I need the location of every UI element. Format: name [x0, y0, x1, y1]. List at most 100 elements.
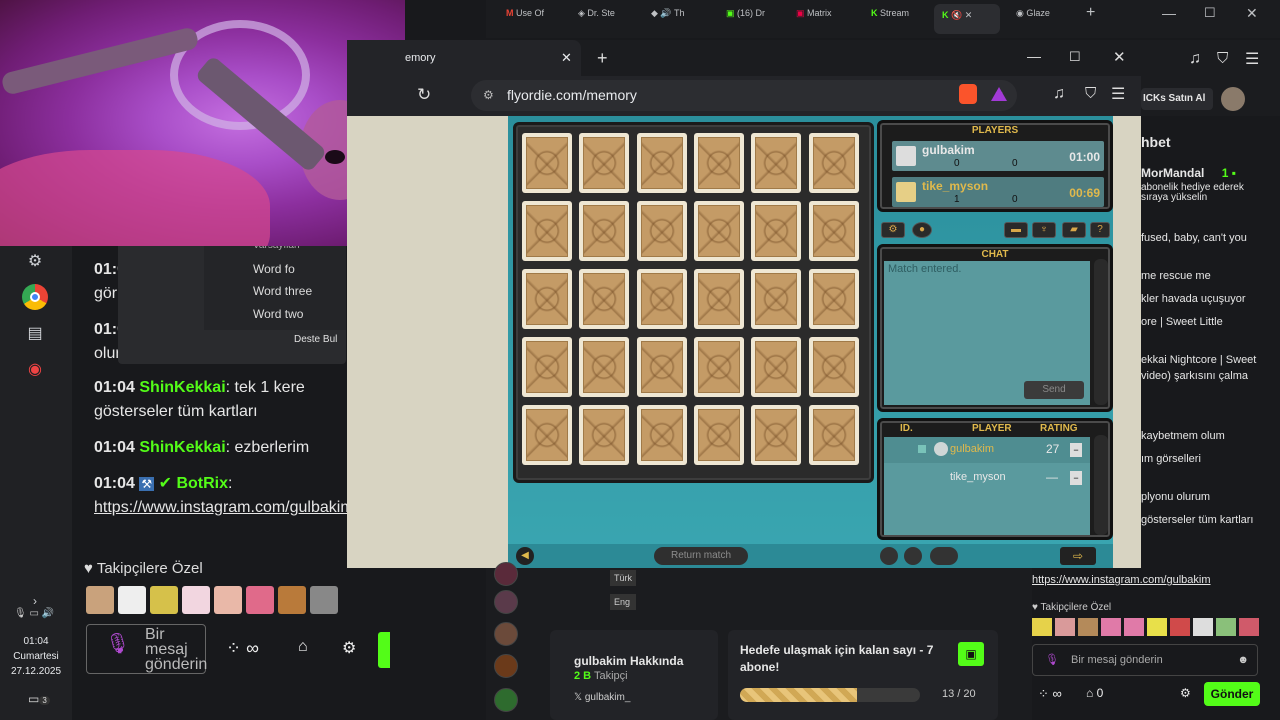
avatar[interactable] [494, 688, 518, 712]
music-icon[interactable]: ♫ [1189, 50, 1201, 68]
chat-username[interactable]: ShinKekkai [139, 439, 225, 456]
outer-tab[interactable]: K Stream [871, 8, 909, 30]
infinity-icon[interactable]: ⁘ ∞ [1038, 686, 1062, 702]
avatar[interactable] [494, 562, 518, 586]
close-window-button[interactable]: ✕ [1113, 48, 1126, 66]
find-deck-button[interactable]: Deste Bul [294, 334, 337, 345]
memory-card[interactable] [808, 201, 859, 261]
emote[interactable] [214, 586, 242, 614]
emote[interactable] [86, 586, 114, 614]
outer-tab[interactable]: ◈ Dr. Ste [578, 8, 615, 30]
memory-card[interactable] [522, 201, 572, 261]
minimize-button[interactable]: — [1162, 5, 1176, 27]
chat-username[interactable]: MorMandal 1 ▪ [1141, 166, 1236, 180]
memory-card[interactable] [636, 269, 687, 329]
chat-link[interactable]: https://www.instagram.com/gulbakim [94, 499, 354, 516]
new-tab-button[interactable]: + [597, 48, 608, 69]
memory-card[interactable] [522, 405, 572, 465]
emote[interactable] [1055, 618, 1075, 636]
maximize-button[interactable]: ☐ [1069, 49, 1081, 65]
close-button[interactable]: ✕ [1246, 5, 1258, 27]
outer-tab[interactable]: ◆ 🔊 Th [651, 8, 684, 30]
avatar[interactable] [494, 590, 518, 614]
memory-card[interactable] [522, 269, 572, 329]
memory-card[interactable] [579, 269, 630, 329]
memory-card[interactable] [579, 201, 630, 261]
outer-tab[interactable]: ▣ (16) Dr [726, 8, 765, 30]
infinity-icon[interactable]: ⁘ ∞ [226, 638, 259, 659]
memory-card[interactable] [751, 133, 802, 193]
outer-tab[interactable]: ▣ Matrix [796, 8, 832, 30]
expand-icon[interactable]: − [1070, 471, 1082, 485]
emote[interactable] [150, 586, 178, 614]
emoji-icon[interactable]: ☻ [1237, 645, 1249, 675]
microphone-icon[interactable]: 🎙 [105, 634, 130, 654]
menu-item[interactable]: Word three [253, 284, 312, 298]
memory-card[interactable] [808, 133, 859, 193]
table-row[interactable]: tike_myson — − [884, 465, 1090, 491]
emote[interactable] [1032, 618, 1052, 636]
rewards-icon[interactable] [991, 87, 1007, 101]
minimize-button[interactable]: — [1027, 48, 1041, 64]
chat-bubble-icon[interactable]: ▰ [1062, 222, 1086, 238]
return-match-button[interactable]: Return match [654, 547, 748, 565]
memory-card[interactable] [751, 269, 802, 329]
outer-tab[interactable]: M Use Of [506, 8, 544, 30]
emote[interactable] [1124, 618, 1144, 636]
memory-card[interactable] [579, 405, 630, 465]
x-handle[interactable]: 𝕏 gulbakim_ [574, 692, 630, 703]
menu-item[interactable]: Word two [253, 307, 303, 321]
memory-card[interactable] [636, 201, 687, 261]
help-icon[interactable]: ? [1090, 222, 1110, 238]
maximize-button[interactable]: ☐ [1204, 5, 1216, 27]
memory-card[interactable] [808, 269, 859, 329]
round-button[interactable] [880, 547, 898, 565]
avatar[interactable] [494, 654, 518, 678]
avatar[interactable] [494, 622, 518, 646]
table-row[interactable]: gulbakim 27 − [884, 437, 1090, 463]
memory-card[interactable] [522, 337, 572, 397]
sound-icon[interactable]: ◀ [516, 547, 534, 565]
language-tag[interactable]: Eng [610, 594, 636, 610]
app-icon-red[interactable]: ◉ [22, 356, 48, 382]
memory-card[interactable] [693, 269, 744, 329]
chat-scrollbar[interactable] [1094, 259, 1108, 405]
reload-icon[interactable]: ↻ [417, 85, 431, 105]
shoe-icon[interactable]: ▬ [1004, 222, 1028, 238]
brave-shield-icon[interactable] [959, 84, 977, 104]
chrome-icon[interactable] [22, 284, 48, 310]
new-tab-button[interactable]: + [1086, 4, 1095, 26]
memory-card[interactable] [636, 337, 687, 397]
close-tab-icon[interactable]: ✕ [561, 50, 572, 66]
emote[interactable] [1078, 618, 1098, 636]
chat-link[interactable]: https://www.instagram.com/gulbakim [1032, 574, 1211, 586]
memory-card[interactable] [751, 337, 802, 397]
emote[interactable] [246, 586, 274, 614]
chat-input[interactable]: 🎙 Bir mesaj gönderin [86, 624, 207, 674]
settings-icon[interactable]: ⚙ [1180, 686, 1191, 700]
chat-input[interactable]: 🎙 Bir mesaj gönderin ☻ [1032, 644, 1258, 676]
emote[interactable] [278, 586, 306, 614]
trophy-icon[interactable]: ♆ [1032, 222, 1056, 238]
address-bar[interactable]: ⚙ flyordie.com/memory ⇪ [471, 80, 1017, 111]
game-send-button[interactable]: Send [1024, 381, 1084, 399]
memory-card[interactable] [579, 133, 630, 193]
microphone-icon[interactable]: 🎙 [1045, 645, 1059, 675]
memory-card[interactable] [693, 337, 744, 397]
exit-icon[interactable]: ⇨ [1060, 547, 1096, 565]
memory-card[interactable] [693, 133, 744, 193]
emote[interactable] [1147, 618, 1167, 636]
coin-icon[interactable]: ● [912, 222, 932, 238]
emote[interactable] [1216, 618, 1236, 636]
memory-card[interactable] [751, 201, 802, 261]
app-icon[interactable]: ▤ [22, 320, 48, 346]
gift-icon[interactable]: ▣ [958, 642, 984, 666]
site-info-icon[interactable]: ⚙ [483, 80, 494, 111]
notification-icon[interactable]: ▭ 3 [28, 692, 50, 706]
music-icon[interactable]: ♫ [1053, 85, 1065, 103]
memory-card[interactable] [522, 133, 572, 193]
round-button[interactable] [904, 547, 922, 565]
language-tag[interactable]: Türk [610, 570, 636, 586]
settings-icon[interactable]: ⚙ [342, 638, 356, 658]
expand-icon[interactable]: − [1070, 443, 1082, 457]
